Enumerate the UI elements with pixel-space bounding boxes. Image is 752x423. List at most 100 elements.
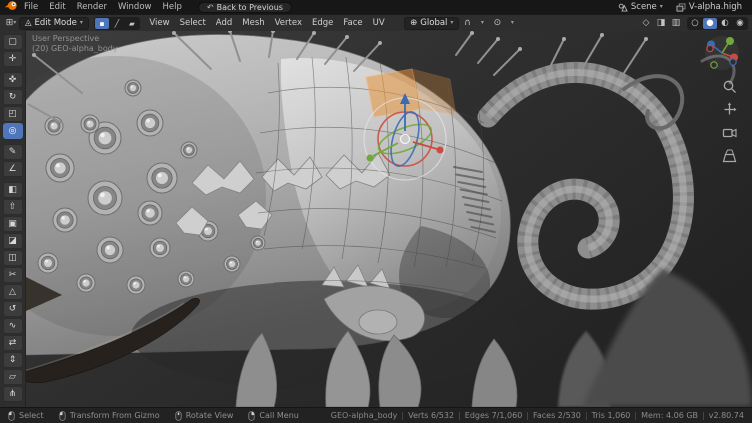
menu-vertex[interactable]: Vertex [270, 15, 306, 32]
tool-cursor[interactable]: ✛ [3, 51, 23, 67]
tool-rip-region[interactable]: ⋔ [3, 386, 23, 402]
tool-rotate[interactable]: ↻ [3, 89, 23, 105]
tool-loop-cut[interactable]: ◫ [3, 250, 23, 266]
tool-transform[interactable]: ◎ [3, 123, 23, 139]
mode-selector[interactable]: ◬ Edit Mode ▾ [19, 17, 89, 30]
topbar: File Edit Render Window Help ↶ Back to P… [0, 0, 752, 14]
show-gizmo-toggle[interactable]: ◇ [639, 17, 653, 30]
tool-spin[interactable]: ↺ [3, 301, 23, 317]
menu-edit[interactable]: Edit [44, 0, 70, 14]
hint-call-menu: Call Menu [248, 411, 298, 421]
shading-mode-group: ○ ● ◐ ◉ [687, 17, 748, 30]
perspective-grid-icon [722, 148, 737, 163]
tool-select-box[interactable]: ▢ [3, 34, 23, 50]
tool-bevel[interactable]: ◪ [3, 233, 23, 249]
stat-object-name: GEO-alpha_body [331, 411, 408, 420]
chevron-down-icon: ▾ [511, 20, 514, 26]
tool-shrink-fatten[interactable]: ⇕ [3, 352, 23, 368]
axis-y-neg-dot[interactable] [711, 62, 717, 68]
tool-inset-faces[interactable]: ▣ [3, 216, 23, 232]
blender-logo-icon[interactable] [4, 0, 18, 14]
stat-memory: Mem: 4.06 GB [641, 411, 709, 420]
shading-material-button[interactable]: ◐ [718, 18, 732, 29]
shading-solid-button[interactable]: ● [703, 18, 717, 29]
view-layer-selector[interactable]: V-alpha.high [670, 1, 748, 13]
hint-transform-gizmo: Transform From Gizmo [59, 411, 160, 421]
tool-scale[interactable]: ◰ [3, 106, 23, 122]
menu-mesh[interactable]: Mesh [238, 15, 269, 32]
tool-smooth[interactable]: ∿ [3, 318, 23, 334]
chevron-down-icon: ▾ [13, 20, 16, 26]
menu-add[interactable]: Add [211, 15, 236, 32]
blender-window: File Edit Render Window Help ↶ Back to P… [0, 0, 752, 423]
transform-orientation-dropdown[interactable]: ⊕ Global ▾ [404, 17, 459, 30]
gizmo-x-axis-handle[interactable] [437, 147, 444, 154]
back-to-previous-button[interactable]: ↶ Back to Previous [198, 2, 292, 13]
left-mouse-icon [8, 411, 15, 421]
show-overlays-toggle[interactable]: ◨ [654, 17, 668, 30]
hint-label: Call Menu [259, 411, 298, 420]
axis-y-dot[interactable] [726, 37, 734, 45]
tool-poly-build[interactable]: △ [3, 284, 23, 300]
tool-shear[interactable]: ▱ [3, 369, 23, 385]
axis-z-neg-dot[interactable] [730, 59, 736, 65]
proportional-editing-toggle[interactable]: ⊙ [490, 17, 504, 30]
view-layer-name: V-alpha.high [689, 2, 742, 12]
pan-arrows-icon [722, 102, 737, 117]
left-mouse-icon [59, 411, 66, 421]
shading-rendered-button[interactable]: ◉ [733, 18, 747, 29]
menu-file[interactable]: File [19, 0, 43, 14]
view-layer-icon [676, 3, 686, 12]
gizmo-y-axis-handle[interactable] [367, 155, 374, 162]
tool-shelf: ▢ ✛ ✜ ↻ ◰ ◎ ✎ ∠ ◧ ⇧ ▣ ◪ ◫ ✂ △ ↺ ∿ ⇄ ⇕ ▱ … [0, 31, 26, 407]
main-area: ▢ ✛ ✜ ↻ ◰ ◎ ✎ ∠ ◧ ⇧ ▣ ◪ ◫ ✂ △ ↺ ∿ ⇄ ⇕ ▱ … [0, 31, 752, 407]
tool-knife[interactable]: ✂ [3, 267, 23, 283]
menu-window[interactable]: Window [113, 0, 157, 14]
chevron-down-icon: ▾ [80, 20, 83, 26]
menu-uv[interactable]: UV [368, 15, 389, 32]
chevron-down-icon: ▾ [481, 20, 484, 26]
back-arrow-icon: ↶ [207, 3, 214, 12]
shading-wireframe-button[interactable]: ○ [688, 18, 702, 29]
snap-settings-dropdown[interactable]: ▾ [475, 17, 489, 30]
menu-view[interactable]: View [145, 15, 174, 32]
editor-type-button[interactable]: ⊞ ▾ [4, 17, 18, 30]
stat-version: v2.80.74 [709, 411, 744, 420]
tool-measure[interactable]: ∠ [3, 161, 23, 177]
perspective-toggle-button[interactable] [722, 148, 737, 163]
menu-face[interactable]: Face [339, 15, 367, 32]
viewport-canvas[interactable] [26, 31, 752, 407]
stat-tris: Tris 1,060 [592, 411, 642, 420]
edit-mode-icon: ◬ [25, 18, 32, 28]
hint-label: Transform From Gizmo [70, 411, 160, 420]
tool-add-cube[interactable]: ◧ [3, 182, 23, 198]
tool-move[interactable]: ✜ [3, 72, 23, 88]
navigation-gizmo[interactable] [704, 35, 740, 71]
menu-select[interactable]: Select [175, 15, 210, 32]
menu-help[interactable]: Help [157, 0, 186, 14]
edge-select-mode-button[interactable]: ╱ [110, 18, 124, 29]
chevron-down-icon: ▾ [450, 20, 453, 26]
tool-edge-slide[interactable]: ⇄ [3, 335, 23, 351]
gizmo-center-handle[interactable] [401, 135, 410, 144]
scene-selector[interactable]: Scene ▾ [612, 1, 669, 13]
zoom-view-button[interactable] [722, 79, 737, 94]
tool-annotate[interactable]: ✎ [3, 144, 23, 160]
hint-select: Select [8, 411, 44, 421]
move-view-button[interactable] [722, 102, 737, 117]
vertex-select-mode-button[interactable]: ▪ [95, 18, 109, 29]
middle-mouse-icon [175, 411, 182, 421]
axis-x-neg-dot[interactable] [707, 45, 713, 51]
stat-edges: Edges 7/1,060 [465, 411, 533, 420]
face-select-mode-button[interactable]: ▰ [125, 18, 139, 29]
menu-render[interactable]: Render [72, 0, 112, 14]
snap-toggle[interactable]: ∩ [460, 17, 474, 30]
menu-edge[interactable]: Edge [307, 15, 337, 32]
magnifier-icon [722, 79, 737, 94]
camera-view-button[interactable] [722, 125, 737, 140]
stat-faces: Faces 2/530 [533, 411, 592, 420]
xray-toggle[interactable]: ▥ [669, 17, 683, 30]
viewport-3d[interactable]: User Perspective (20) GEO-alpha_body [26, 31, 752, 407]
tool-extrude-region[interactable]: ⇧ [3, 199, 23, 215]
proportional-falloff-dropdown[interactable]: ▾ [505, 17, 519, 30]
